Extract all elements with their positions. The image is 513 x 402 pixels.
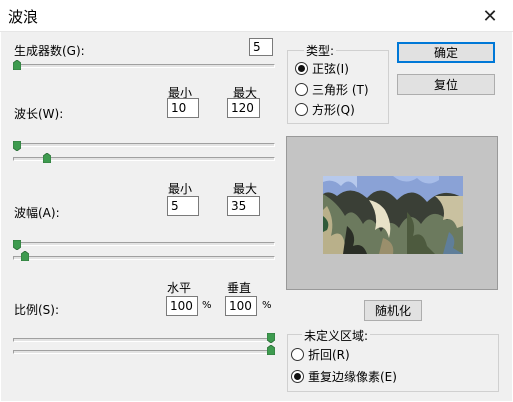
wave-preview-image xyxy=(323,176,463,254)
scale-horizontal-slider-thumb[interactable] xyxy=(267,333,275,343)
scale-label: 比例(S): xyxy=(14,303,60,317)
undefined-option-repeat-edge-label: 重复边缘像素(E) xyxy=(308,370,397,384)
undefined-areas-title: 未定义区域: xyxy=(302,327,371,344)
scale-vertical-slider-thumb[interactable] xyxy=(267,345,275,355)
ok-button[interactable]: 确定 xyxy=(397,42,495,63)
scale-vertical-slider-track[interactable] xyxy=(13,350,275,354)
preview-panel xyxy=(286,136,498,290)
type-option-square-label: 方形(Q) xyxy=(312,103,355,117)
scale-horizontal-unit: % xyxy=(202,300,212,311)
amplitude-min-slider-track[interactable] xyxy=(13,242,275,246)
type-option-sine[interactable]: 正弦(I) xyxy=(295,60,349,77)
wavelength-label: 波长(W): xyxy=(14,107,64,121)
title-bar: 波浪 ✕ xyxy=(0,0,513,32)
amplitude-min-header: 最小 xyxy=(168,182,193,196)
wavelength-max-input[interactable]: 120 xyxy=(227,98,260,118)
amplitude-max-slider-thumb[interactable] xyxy=(20,251,29,261)
randomize-button[interactable]: 随机化 xyxy=(364,300,422,321)
type-option-triangle[interactable]: 三角形 (T) xyxy=(295,81,369,98)
undefined-option-wrap-around-label: 折回(R) xyxy=(308,348,350,362)
amplitude-max-header: 最大 xyxy=(233,182,258,196)
generators-slider-thumb[interactable] xyxy=(13,60,21,70)
scale-horizontal-slider-track[interactable] xyxy=(13,338,275,342)
type-option-triangle-label: 三角形 (T) xyxy=(312,83,369,97)
radio-button[interactable] xyxy=(295,83,308,96)
scale-vertical-header: 垂直 xyxy=(227,281,252,295)
radio-button[interactable] xyxy=(295,103,308,116)
generators-input[interactable]: 5 xyxy=(249,38,273,56)
wavelength-max-slider-track[interactable] xyxy=(13,157,275,161)
type-option-square[interactable]: 方形(Q) xyxy=(295,101,355,118)
radio-button[interactable] xyxy=(291,348,304,361)
scale-vertical-input[interactable]: 100 xyxy=(225,296,257,316)
dialog-body: 生成器数(G): 5 最小 最大 波长(W): 10 120 最小 最大 波幅(… xyxy=(1,32,512,401)
amplitude-min-slider-thumb[interactable] xyxy=(13,240,21,250)
generators-label: 生成器数(G): xyxy=(14,44,85,58)
wavelength-min-slider-track[interactable] xyxy=(13,143,275,147)
wavelength-max-slider-thumb[interactable] xyxy=(43,153,52,163)
amplitude-max-input[interactable]: 35 xyxy=(227,196,260,216)
amplitude-label: 波幅(A): xyxy=(14,206,60,220)
wavelength-min-input[interactable]: 10 xyxy=(167,98,199,118)
amplitude-min-input[interactable]: 5 xyxy=(167,196,199,216)
close-icon[interactable]: ✕ xyxy=(467,0,513,32)
radio-button[interactable] xyxy=(295,62,308,75)
reset-button[interactable]: 复位 xyxy=(397,74,495,95)
amplitude-max-slider-track[interactable] xyxy=(13,256,275,260)
dialog-title: 波浪 xyxy=(8,8,39,26)
undefined-option-repeat-edge[interactable]: 重复边缘像素(E) xyxy=(291,368,397,385)
scale-horizontal-header: 水平 xyxy=(167,281,192,295)
type-group-title: 类型: xyxy=(304,42,337,59)
wavelength-min-slider-thumb[interactable] xyxy=(13,141,21,151)
radio-button[interactable] xyxy=(291,370,304,383)
undefined-option-wrap-around[interactable]: 折回(R) xyxy=(291,346,350,363)
scale-horizontal-input[interactable]: 100 xyxy=(166,296,198,316)
scale-vertical-unit: % xyxy=(262,300,272,311)
generators-slider-track[interactable] xyxy=(13,64,275,68)
type-option-sine-label: 正弦(I) xyxy=(312,62,349,76)
